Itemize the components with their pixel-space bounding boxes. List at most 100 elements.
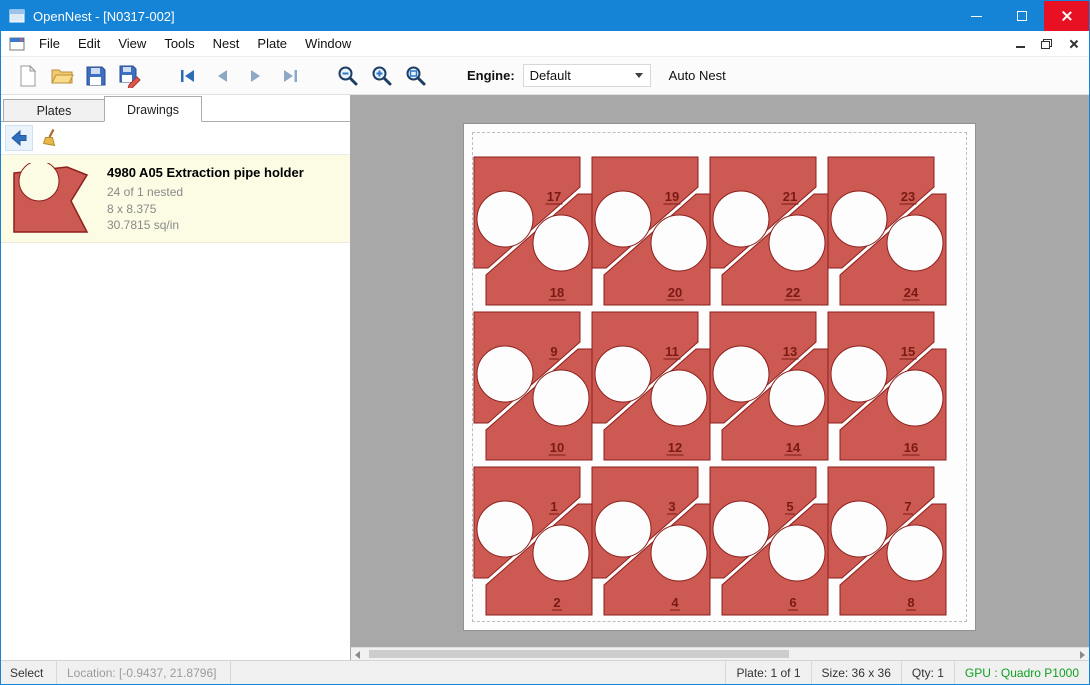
tab-drawings[interactable]: Drawings [104,96,202,122]
engine-value: Default [524,68,635,83]
part-number: 9 [550,344,557,359]
part-hole [651,215,707,271]
first-plate-button[interactable] [171,60,205,92]
plate[interactable]: 171819202122232491011121314151612345678 [463,123,976,631]
part-hole [651,370,707,426]
menu-file[interactable]: File [30,32,69,55]
mdi-restore-icon [1041,39,1052,49]
menu-window[interactable]: Window [296,32,360,55]
part-number: 24 [904,285,919,300]
broom-icon [41,128,61,148]
scrollbar-thumb[interactable] [369,650,789,658]
nest-canvas[interactable]: 171819202122232491011121314151612345678 [351,95,1089,660]
nest-drawing[interactable]: 171819202122232491011121314151612345678 [464,124,977,632]
mdi-close-button[interactable] [1059,33,1085,55]
part-number: 12 [668,440,682,455]
horizontal-scrollbar[interactable] [351,647,1089,660]
zoom-in-icon [371,65,393,87]
part-number: 19 [665,189,679,204]
main-toolbar: Engine: Default Auto Nest [1,57,1089,95]
part-hole [533,215,589,271]
menu-bar: File Edit View Tools Nest Plate Window [1,31,1089,57]
last-plate-button[interactable] [273,60,307,92]
part-hole [651,525,707,581]
zoom-out-button[interactable] [331,60,365,92]
drawing-list-item[interactable]: 4980 A05 Extraction pipe holder 24 of 1 … [1,155,350,243]
part-number: 4 [671,595,679,610]
mdi-minimize-button[interactable] [1007,33,1033,55]
save-as-icon [118,64,142,88]
part-number: 5 [786,499,793,514]
status-bar: Select Location: [-0.9437, 21.8796] Plat… [1,660,1089,684]
new-button[interactable] [11,60,45,92]
part-number: 7 [904,499,911,514]
part-hole [713,191,769,247]
nested-pair[interactable]: 56 [710,467,828,615]
first-plate-icon [179,67,197,85]
zoom-out-icon [337,65,359,87]
save-as-button[interactable] [113,60,147,92]
part-number: 23 [901,189,915,204]
main-area: Plates Drawings [1,95,1089,660]
maximize-button[interactable] [999,1,1044,31]
import-drawing-button[interactable] [5,125,33,151]
status-plate: Plate: 1 of 1 [725,661,810,684]
mdi-restore-button[interactable] [1033,33,1059,55]
app-window: OpenNest - [N0317-002] File Edit View To… [0,0,1090,685]
status-gpu: GPU : Quadro P1000 [954,661,1089,684]
nested-pair[interactable]: 34 [592,467,710,615]
last-plate-icon [281,67,299,85]
nested-pair[interactable]: 1112 [592,312,710,460]
menu-edit[interactable]: Edit [69,32,109,55]
tab-strip: Plates Drawings [1,95,350,122]
zoom-in-button[interactable] [365,60,399,92]
scroll-left-icon[interactable] [355,651,360,659]
nested-pair[interactable]: 23 24 [828,157,946,305]
next-plate-icon [247,67,265,85]
clear-drawings-button[interactable] [37,125,65,151]
nested-pair[interactable]: 78 [828,467,946,615]
part-number: 6 [789,595,796,610]
part-number: 3 [668,499,675,514]
part-hole [887,525,943,581]
scroll-right-icon[interactable] [1080,651,1085,659]
nested-pair[interactable]: 2122 [710,157,828,305]
app-icon [9,9,25,23]
part-thumbnail [7,161,99,236]
minimize-button[interactable] [954,1,999,31]
menu-nest[interactable]: Nest [204,32,249,55]
menu-plate[interactable]: Plate [248,32,296,55]
drawings-list: 4980 A05 Extraction pipe holder 24 of 1 … [1,155,350,660]
tab-plates[interactable]: Plates [3,99,105,121]
maximize-icon [1017,11,1027,21]
close-button[interactable] [1044,1,1089,31]
auto-nest-button[interactable]: Auto Nest [669,68,726,83]
previous-plate-button[interactable] [205,60,239,92]
mdi-minimize-icon [1016,46,1025,48]
nested-pair[interactable]: 1718 [474,157,592,305]
next-plate-button[interactable] [239,60,273,92]
menu-view[interactable]: View [109,32,155,55]
part-hole [831,501,887,557]
nested-pair[interactable]: 1516 [828,312,946,460]
save-button[interactable] [79,60,113,92]
title-bar: OpenNest - [N0317-002] [1,1,1089,31]
part-hole [595,346,651,402]
drawing-area: 30.7815 sq/in [107,217,344,234]
part-number: 17 [547,189,561,204]
open-button[interactable] [45,60,79,92]
mdi-window-icon [9,37,25,51]
left-panel: Plates Drawings [1,95,351,660]
status-location: Location: [-0.9437, 21.8796] [57,661,231,684]
drawing-size: 8 x 8.375 [107,201,344,218]
engine-label: Engine: [467,68,515,83]
previous-plate-icon [213,67,231,85]
engine-select[interactable]: Default [523,64,651,87]
nested-pair[interactable]: 1920 [592,157,710,305]
nested-pair[interactable]: 910 [474,312,592,460]
zoom-extents-button[interactable] [399,60,433,92]
menu-tools[interactable]: Tools [155,32,203,55]
nested-pair[interactable]: 12 [474,467,592,615]
status-mode: Select [1,661,57,684]
nested-pair[interactable]: 1314 [710,312,828,460]
